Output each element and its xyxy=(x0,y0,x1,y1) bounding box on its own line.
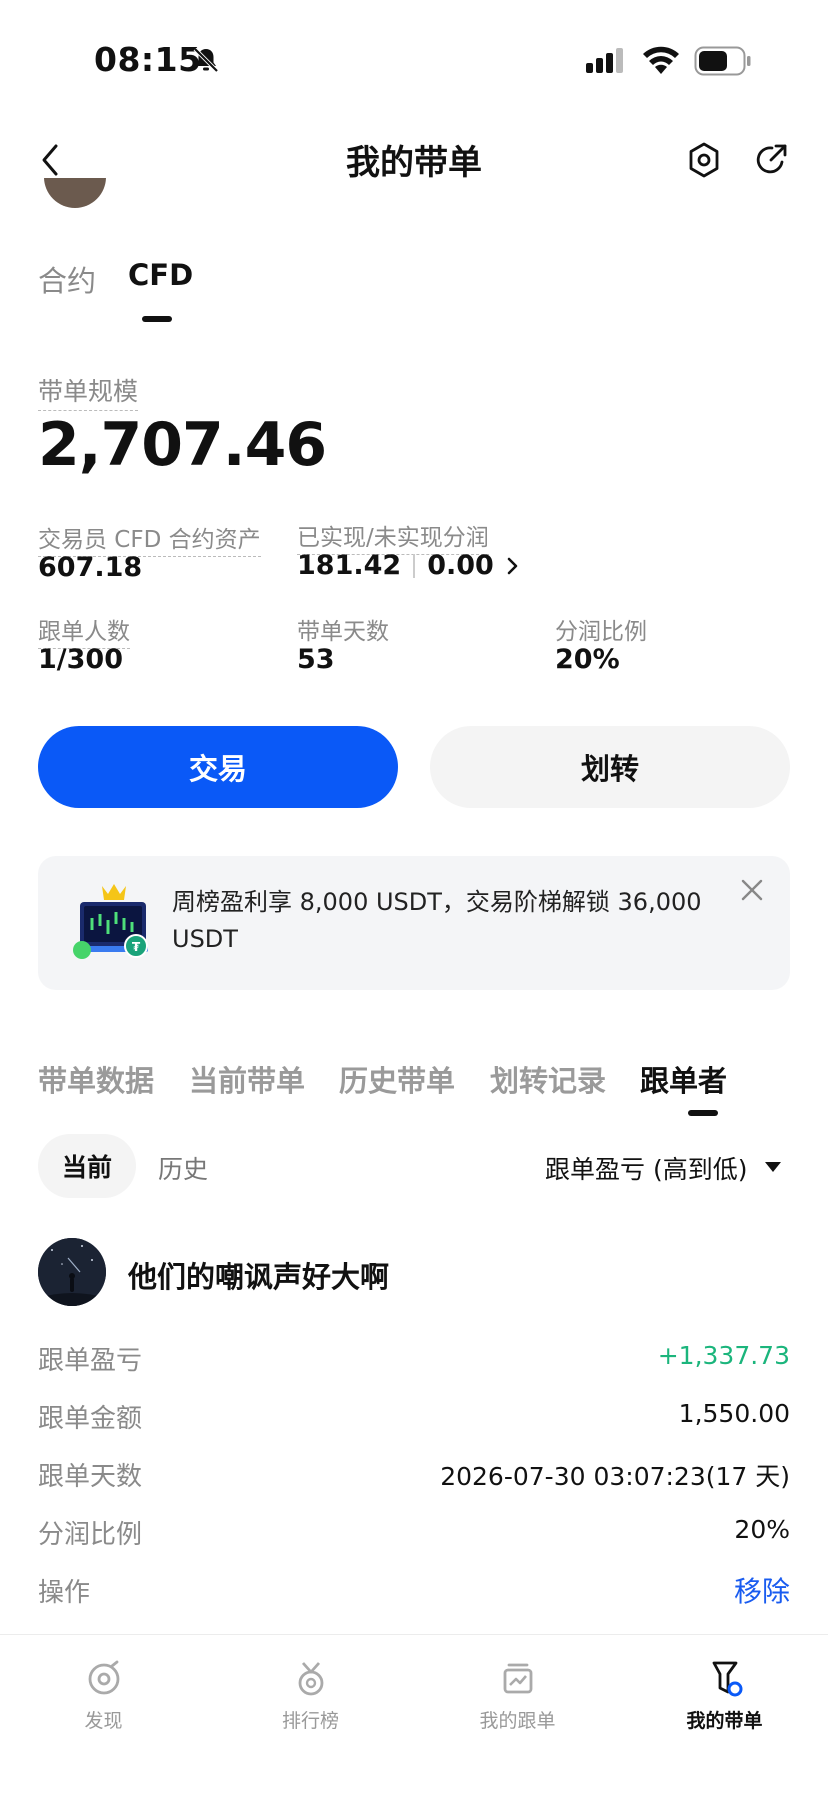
promo-banner-text: 周榜盈利享 8,000 USDT，交易阶梯解锁 36,000 USDT xyxy=(172,888,702,953)
follow-amount-label: 跟单金额 xyxy=(38,1404,143,1434)
wifi-icon xyxy=(643,46,679,74)
battery-icon xyxy=(694,46,751,76)
profit-ratio-label: 分润比例 xyxy=(555,619,647,645)
scale-label[interactable]: 带单规模 xyxy=(38,372,139,411)
follower-avatar[interactable] xyxy=(38,1238,106,1306)
follower-name[interactable]: 他们的嘲讽声好大啊 xyxy=(128,1254,389,1296)
unrealized-value: 0.00 xyxy=(427,550,494,581)
remove-button[interactable]: 移除 xyxy=(734,1570,790,1610)
follow-pnl-label: 跟单盈亏 xyxy=(38,1346,143,1376)
nav-discover[interactable]: 发现 xyxy=(0,1660,207,1733)
nav-my-copy-label: 我的跟单 xyxy=(479,1710,556,1732)
sort-dropdown[interactable]: 跟单盈亏 (高到低) xyxy=(545,1150,747,1186)
profit-ratio-value: 20% xyxy=(555,644,620,675)
cfd-promo-illustration: ₮ xyxy=(73,884,148,959)
tab-transfer-records[interactable]: 划转记录 xyxy=(490,1058,606,1100)
scale-value: 2,707.46 xyxy=(38,410,327,480)
caret-down-icon[interactable] xyxy=(764,1160,782,1174)
section-tab-indicator xyxy=(688,1110,718,1116)
nav-leaderboard[interactable]: 排行榜 xyxy=(207,1660,414,1733)
medal-icon xyxy=(298,1662,323,1696)
nav-my-lead-label: 我的带单 xyxy=(686,1710,763,1732)
nav-leaderboard-label: 排行榜 xyxy=(281,1710,339,1732)
followers-value: 1/300 xyxy=(38,644,124,675)
action-label: 操作 xyxy=(38,1578,91,1608)
follow-share-label: 分润比例 xyxy=(38,1520,143,1550)
tab-history-leads[interactable]: 历史带单 xyxy=(339,1058,455,1100)
tab-followers[interactable]: 跟单者 xyxy=(640,1058,727,1100)
transfer-button[interactable]: 划转 xyxy=(430,726,790,808)
svg-text:₮: ₮ xyxy=(132,940,141,954)
profit-share-values[interactable]: 181.42 0.00 xyxy=(297,550,520,581)
status-time: 08:15 xyxy=(94,40,202,79)
close-icon[interactable] xyxy=(738,876,766,904)
tab-current-leads[interactable]: 当前带单 xyxy=(189,1058,305,1100)
chart-icon xyxy=(503,1663,532,1694)
share-icon[interactable] xyxy=(752,140,790,180)
active-tab-indicator xyxy=(142,316,172,322)
divider xyxy=(413,553,416,578)
discover-icon xyxy=(88,1660,119,1695)
assets-value: 607.18 xyxy=(38,552,143,583)
settings-hexagon-icon[interactable] xyxy=(686,140,722,180)
follow-amount-value: 1,550.00 xyxy=(678,1399,790,1428)
chevron-right-icon xyxy=(507,557,518,574)
nav-my-copy[interactable]: 我的跟单 xyxy=(414,1660,621,1733)
bell-muted-icon xyxy=(193,47,219,73)
lead-days-value: 53 xyxy=(297,644,335,675)
nav-discover-label: 发现 xyxy=(84,1710,123,1732)
tab-lead-data[interactable]: 带单数据 xyxy=(38,1058,154,1100)
tab-cfd[interactable]: CFD xyxy=(128,258,193,292)
tab-contract[interactable]: 合约 xyxy=(38,258,96,300)
follow-days-value: 2026-07-30 03:07:23(17 天) xyxy=(440,1462,790,1491)
cellular-signal-icon xyxy=(586,48,623,73)
profile-avatar xyxy=(44,178,106,208)
trade-button[interactable]: 交易 xyxy=(38,726,398,808)
realized-value: 181.42 xyxy=(297,550,402,581)
follow-share-value: 20% xyxy=(734,1515,790,1544)
filter-current[interactable]: 当前 xyxy=(38,1134,136,1198)
night-sky-image xyxy=(38,1238,106,1306)
follow-pnl-value: +1,337.73 xyxy=(657,1341,790,1370)
follow-days-label: 跟单天数 xyxy=(38,1462,143,1492)
filter-history[interactable]: 历史 xyxy=(158,1150,208,1186)
nav-my-lead[interactable]: 我的带单 xyxy=(621,1660,828,1733)
flag-icon xyxy=(712,1661,742,1697)
lead-days-label: 带单天数 xyxy=(297,619,389,645)
